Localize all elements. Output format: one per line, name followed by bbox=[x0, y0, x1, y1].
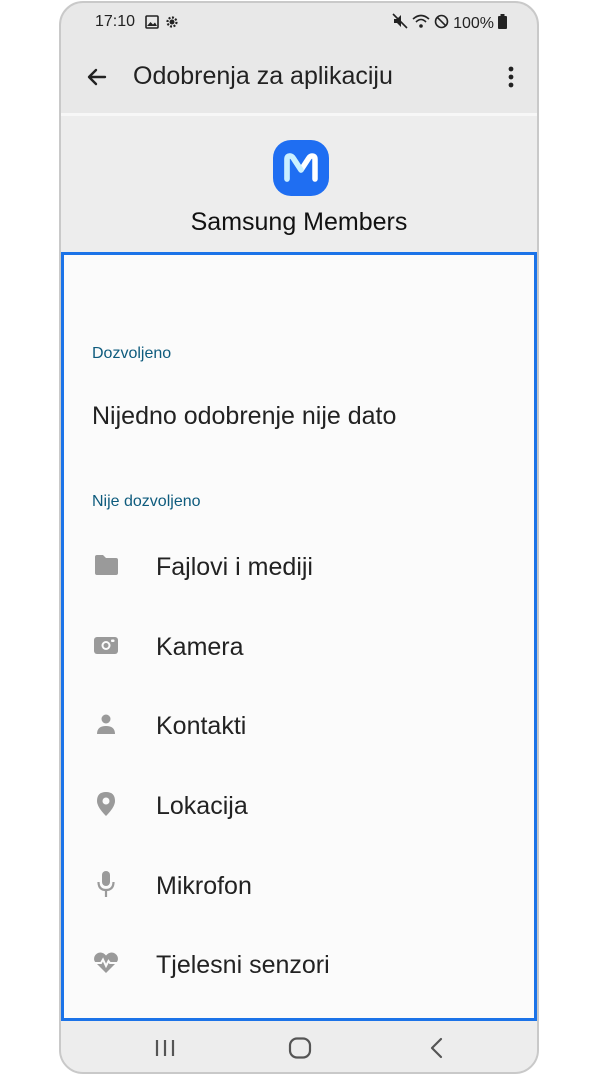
back-icon[interactable] bbox=[417, 1033, 457, 1063]
mute-icon bbox=[392, 13, 408, 34]
recent-apps-icon[interactable] bbox=[145, 1033, 185, 1063]
permissions-panel: Dozvoljeno Nijedno odobrenje nije dato N… bbox=[61, 252, 537, 1021]
gear-icon bbox=[165, 15, 179, 34]
app-name: Samsung Members bbox=[190, 208, 408, 236]
denied-section-header: Nije dozvoljeno bbox=[92, 493, 201, 510]
phone-frame: 17:10 100% Odobrenja za aplikaciju Samsu… bbox=[59, 1, 539, 1074]
heart-rate-icon bbox=[92, 949, 120, 977]
permission-item-contacts[interactable]: Kontakti bbox=[64, 696, 534, 756]
permission-item-body-sensors[interactable]: Tjelesni senzori bbox=[64, 935, 534, 995]
home-icon[interactable] bbox=[280, 1033, 320, 1063]
battery-icon bbox=[498, 13, 507, 34]
folder-icon bbox=[92, 551, 120, 579]
person-icon bbox=[92, 710, 120, 738]
permission-label: Fajlovi i mediji bbox=[156, 553, 313, 581]
permission-label: Tjelesni senzori bbox=[156, 951, 330, 979]
status-time: 17:10 bbox=[95, 13, 136, 30]
permission-label: Kamera bbox=[156, 633, 244, 661]
granted-section-header: Dozvoljeno bbox=[92, 345, 172, 362]
wifi-icon bbox=[412, 13, 430, 34]
permission-item-location[interactable]: Lokacija bbox=[64, 776, 534, 836]
permission-label: Mikrofon bbox=[156, 872, 252, 900]
page-title: Odobrenja za aplikaciju bbox=[133, 62, 393, 90]
location-pin-icon bbox=[92, 790, 120, 818]
permission-item-camera[interactable]: Kamera bbox=[64, 617, 534, 677]
permission-label: Kontakti bbox=[156, 712, 247, 740]
navigation-bar bbox=[61, 1021, 537, 1072]
permission-item-files-media[interactable]: Fajlovi i mediji bbox=[64, 537, 534, 597]
status-bar: 17:10 100% bbox=[61, 3, 537, 45]
app-header: Samsung Members bbox=[61, 113, 537, 256]
camera-icon bbox=[92, 631, 120, 659]
battery-text: 100% bbox=[453, 14, 494, 32]
image-icon bbox=[145, 15, 159, 34]
app-bar: Odobrenja za aplikaciju bbox=[61, 45, 537, 109]
permission-item-microphone[interactable]: Mikrofon bbox=[64, 856, 534, 916]
back-arrow-icon[interactable] bbox=[81, 61, 113, 93]
permission-label: Lokacija bbox=[156, 792, 248, 820]
microphone-icon bbox=[92, 870, 120, 898]
do-not-disturb-icon bbox=[434, 14, 449, 34]
samsung-members-icon bbox=[273, 140, 329, 196]
more-vert-icon[interactable] bbox=[499, 61, 523, 93]
granted-empty-text: Nijedno odobrenje nije dato bbox=[92, 402, 397, 430]
